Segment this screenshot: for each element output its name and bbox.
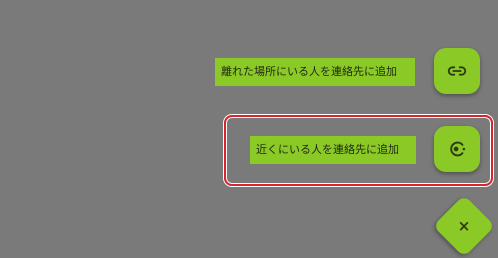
- add-remote-contact-button[interactable]: [434, 48, 480, 94]
- link-icon: [446, 60, 468, 82]
- close-button[interactable]: [432, 194, 496, 258]
- nearby-icon: [446, 138, 468, 160]
- add-remote-contact-label: 離れた場所にいる人を連絡先に追加: [215, 58, 415, 86]
- add-nearby-contact-button[interactable]: [434, 126, 480, 172]
- add-nearby-contact-label: 近くにいる人を連絡先に追加: [250, 136, 416, 164]
